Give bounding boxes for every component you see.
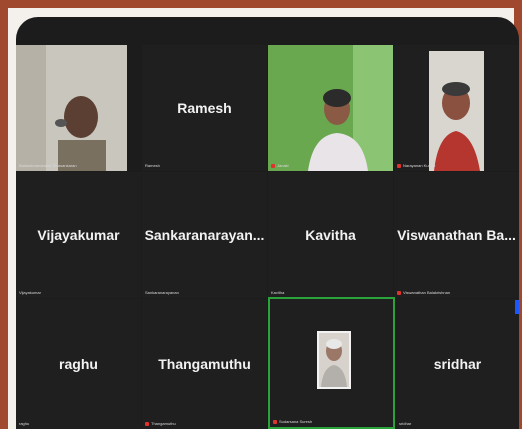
participant-tile-3[interactable]: Janaki (268, 45, 393, 171)
muted-mic-icon (271, 163, 275, 168)
participant-display-name: Sankaranarayan... (144, 227, 265, 243)
participant-tile-8[interactable]: Viswanathan Ba... Viswanathan Balakrishn… (394, 172, 519, 298)
participant-display-name: Vijayakumar (37, 227, 120, 243)
participant-tile-9[interactable]: raghu raghu (16, 299, 141, 429)
participant-tile-11[interactable]: Sudarsana Suresh (268, 297, 395, 429)
participant-video (268, 45, 393, 171)
participant-name-label: Thangamuthu (145, 421, 176, 426)
participant-tile-5[interactable]: Vijayakumar Vijayakumar (16, 172, 141, 298)
participant-name-label: Sudarsana Suresh (273, 419, 312, 424)
participant-tile-10[interactable]: Thangamuthu Thangamuthu (142, 299, 267, 429)
participant-display-name: sridhar (433, 356, 482, 372)
participant-video (394, 45, 519, 171)
participant-tile-6[interactable]: Sankaranarayan... Sankaranarayanan (142, 172, 267, 298)
video-call-gallery: Balasubramaniam Sivasankaran Ramesh Rame… (16, 17, 519, 429)
participant-display-name: Kavitha (305, 227, 356, 243)
participant-name-label: Vijayakumar (19, 290, 41, 295)
participant-display-name: Ramesh (177, 100, 232, 116)
muted-mic-icon (397, 290, 401, 295)
participant-name-label: Balasubramaniam Sivasankaran (19, 163, 77, 168)
participant-name-label: Ramesh (145, 163, 160, 168)
participant-name-label: Viswanathan Balakrishnan (397, 290, 450, 295)
participant-tile-7[interactable]: Kavitha Kavitha (268, 172, 393, 298)
muted-mic-icon (145, 421, 149, 426)
participant-display-name: raghu (59, 356, 98, 372)
participant-tile-12[interactable]: sridhar sridhar (396, 299, 519, 429)
participant-display-name: Viswanathan Ba... (397, 227, 516, 243)
participant-name-label: raghu (19, 421, 30, 426)
muted-mic-icon (273, 419, 277, 424)
participant-tile-1[interactable]: Balasubramaniam Sivasankaran (16, 45, 127, 171)
participant-display-name: Thangamuthu (158, 356, 251, 372)
participant-video (16, 45, 127, 171)
participant-name-label: Narayanan Kumar (397, 163, 435, 168)
participant-name-label: Janaki (271, 163, 289, 168)
participant-name-label: Sankaranarayanan (145, 290, 179, 295)
participant-name-label: sridhar (399, 421, 412, 426)
participant-tile-4[interactable]: Narayanan Kumar (394, 45, 519, 171)
scroll-indicator[interactable] (515, 300, 519, 314)
participant-name-label: Kavitha (271, 290, 285, 295)
muted-mic-icon (397, 163, 401, 168)
participant-tile-2[interactable]: Ramesh Ramesh (142, 45, 267, 171)
avatar (317, 331, 351, 389)
